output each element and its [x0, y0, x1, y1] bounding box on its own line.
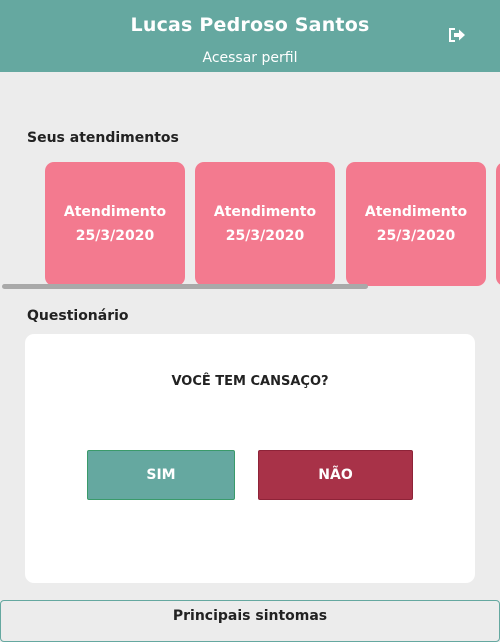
question-text: VOCÊ TEM CANSAÇO?: [171, 374, 329, 389]
appointment-date: 25/3/2020: [225, 228, 305, 244]
appointments-title: Seus atendimentos: [27, 130, 179, 146]
appointment-card[interactable]: Atendimento 25/3/2020: [346, 162, 486, 286]
profile-link[interactable]: Acessar perfil: [0, 50, 500, 66]
appointment-card-partial[interactable]: [496, 162, 500, 286]
sign-out-icon[interactable]: [447, 26, 467, 44]
app-screen: Lucas Pedroso Santos Acessar perfil Seus…: [0, 0, 500, 642]
appointment-label: Atendimento: [213, 204, 317, 220]
appointment-date: 25/3/2020: [376, 228, 456, 244]
yes-button[interactable]: SIM: [87, 450, 235, 500]
appointment-label: Atendimento: [364, 204, 468, 220]
appointments-carousel[interactable]: Atendimento 25/3/2020 Atendimento 25/3/2…: [0, 160, 500, 292]
appointment-card[interactable]: Atendimento 25/3/2020: [195, 162, 335, 286]
carousel-scrollbar-thumb[interactable]: [2, 284, 368, 289]
carousel-scrollbar[interactable]: [0, 284, 500, 290]
no-button[interactable]: NÃO: [258, 450, 413, 500]
questionnaire-card: VOCÊ TEM CANSAÇO? SIM NÃO: [25, 334, 475, 583]
user-name: Lucas Pedroso Santos: [130, 14, 370, 36]
appointment-card[interactable]: Atendimento 25/3/2020: [45, 162, 185, 286]
appointment-date: 25/3/2020: [75, 228, 155, 244]
questionnaire-title: Questionário: [27, 308, 129, 324]
appointment-label: Atendimento: [63, 204, 167, 220]
header: Lucas Pedroso Santos Acessar perfil: [0, 0, 500, 72]
main-symptoms-button[interactable]: Principais sintomas: [0, 600, 500, 642]
